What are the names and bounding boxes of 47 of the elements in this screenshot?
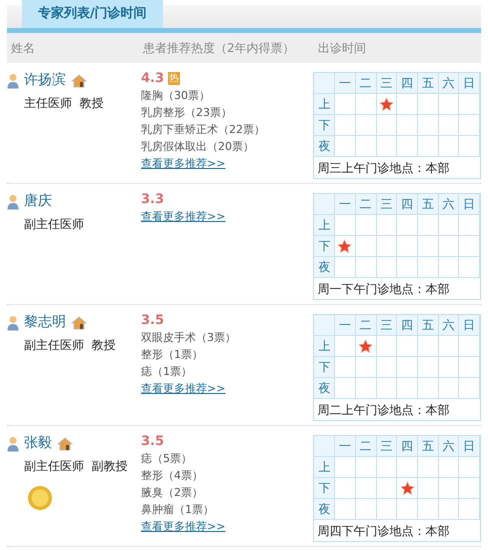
doctor-title: 副主任医师 副教授	[23, 458, 129, 475]
vote-item: 乳房整形（23票）	[141, 105, 234, 121]
house-icon[interactable]	[57, 436, 73, 450]
score: 3.5	[141, 433, 164, 450]
house-icon[interactable]	[71, 74, 87, 88]
person-icon	[7, 436, 19, 452]
score: 3.3	[141, 191, 164, 208]
person-icon	[7, 72, 19, 88]
doctor-name[interactable]: 唐庆	[24, 191, 52, 212]
doctor-title: 副主任医师 教授	[23, 337, 117, 354]
vote-item: 整形（4票）	[141, 468, 204, 484]
column-header: 姓名	[10, 40, 36, 57]
clinic-note: 周二上午门诊地点：本部	[317, 402, 450, 418]
column-header: 患者推荐热度（2年内得票）	[143, 40, 296, 57]
vote-item: 整形（1票）	[141, 347, 204, 363]
doctor-name[interactable]: 张毅	[24, 433, 52, 454]
more-link[interactable]: 查看更多推荐>>	[141, 208, 226, 225]
person-icon	[7, 194, 19, 210]
clinic-note: 周一下午门诊地点：本部	[317, 280, 450, 298]
more-link[interactable]: 查看更多推荐>>	[141, 380, 226, 397]
person-icon	[7, 314, 19, 330]
doctor-title: 副主任医师	[23, 216, 85, 233]
star-icon	[337, 238, 352, 254]
doctor-name[interactable]: 黎志明	[24, 312, 66, 333]
vote-item: 鼻肿瘤（1票）	[141, 502, 216, 518]
doctor-name[interactable]: 许扬滨	[24, 70, 66, 91]
clinic-note: 周三上午门诊地点：本部	[317, 160, 450, 176]
tab[interactable]: 专家列表/门诊时间	[22, 0, 163, 28]
vote-item: 乳房假体取出（20票）	[141, 139, 256, 155]
vote-item: 痣（5票）	[141, 451, 194, 467]
vote-item: 痣（1票）	[141, 364, 194, 380]
star-icon	[378, 96, 394, 112]
vote-item: 乳房下垂矫正术（22票）	[141, 122, 266, 138]
vote-item: 隆胸（30票）	[141, 88, 212, 104]
more-link[interactable]: 查看更多推荐>>	[141, 518, 226, 535]
star-icon	[358, 338, 374, 354]
clinic-note: 周四下午门诊地点：本部	[317, 522, 450, 540]
house-icon[interactable]	[71, 316, 87, 330]
score: 3.5	[141, 312, 164, 329]
column-header: 出诊时间	[318, 40, 366, 57]
vote-item: 腋臭（2票）	[141, 485, 204, 501]
vote-item: 双眼皮手术（3票）	[141, 330, 238, 346]
more-link[interactable]: 查看更多推荐>>	[141, 155, 226, 172]
score: 4.3	[141, 70, 164, 87]
doctor-title: 主任医师 教授	[23, 95, 105, 112]
hot-badge: 热	[168, 72, 180, 85]
star-icon	[400, 480, 415, 496]
